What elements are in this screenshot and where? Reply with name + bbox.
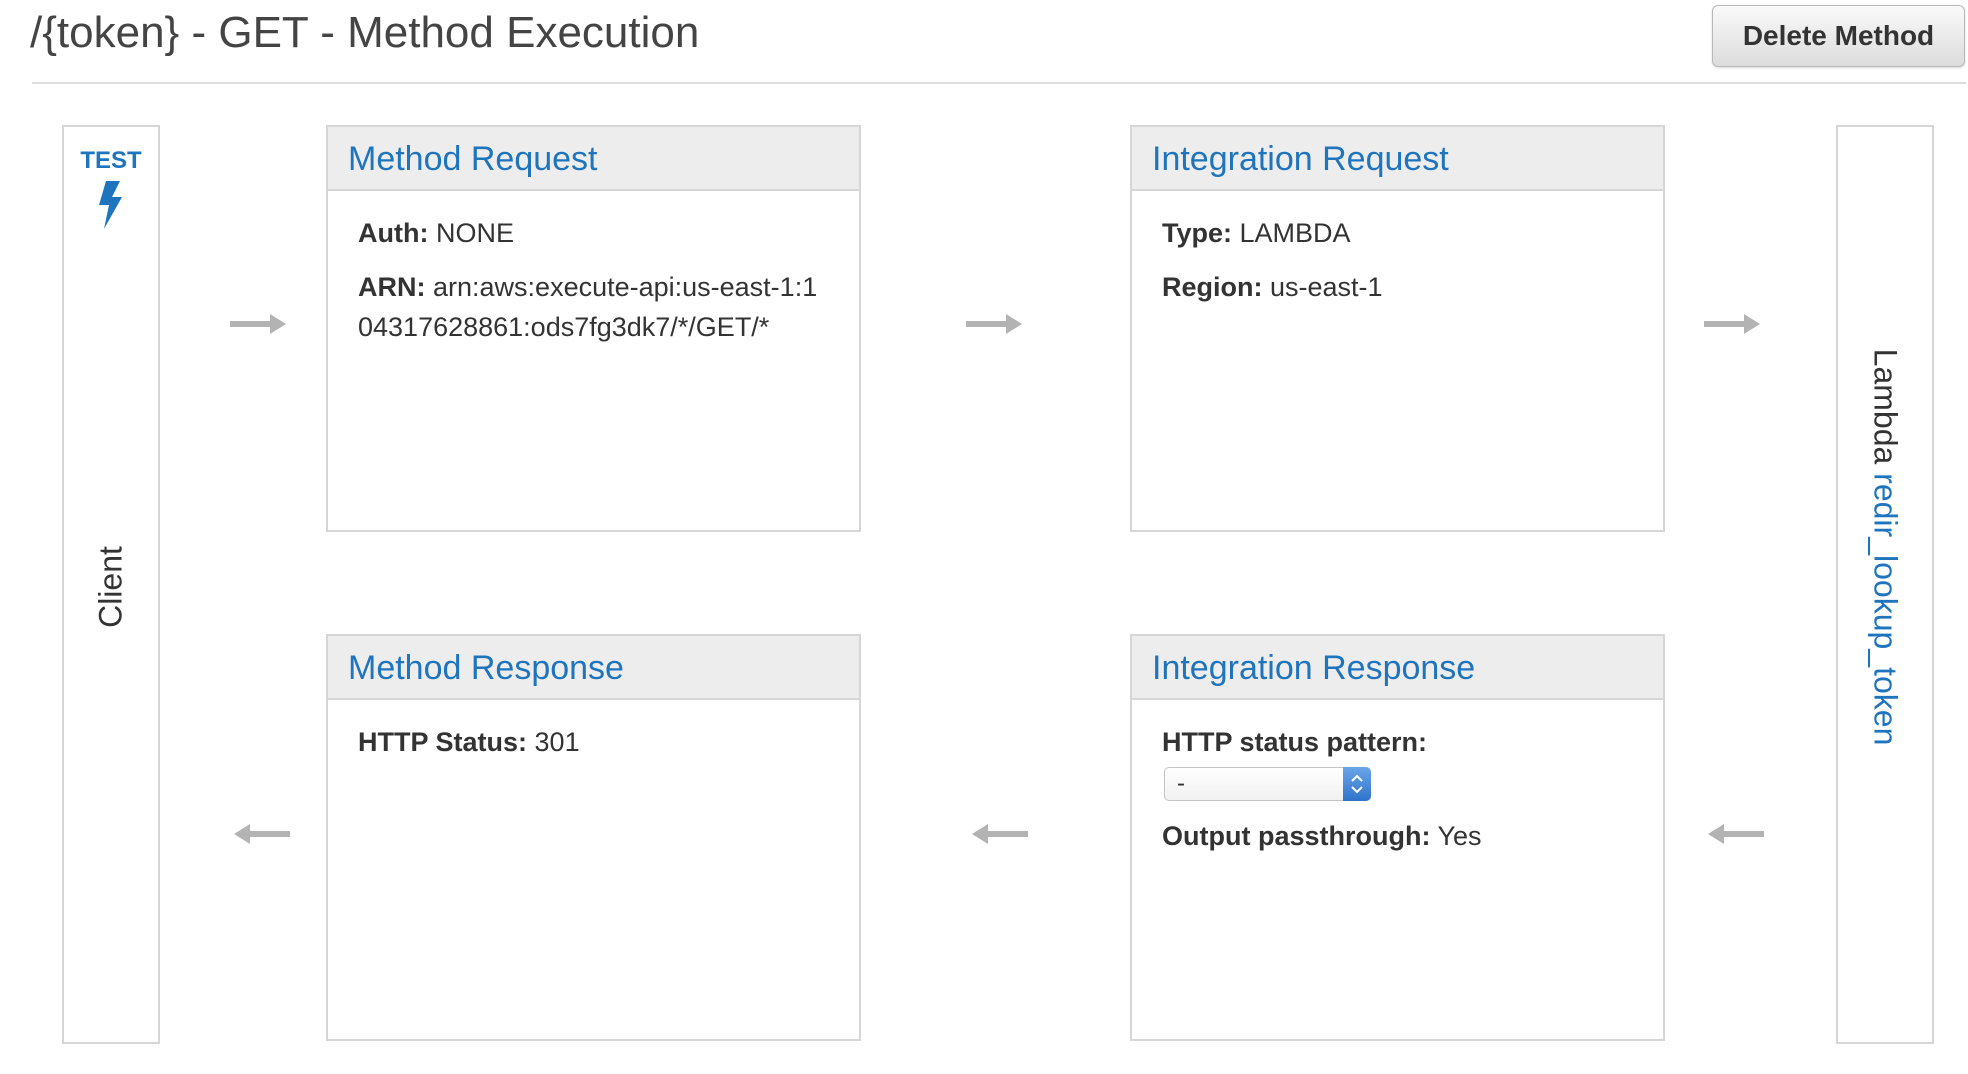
arn-value: arn:aws:execute-api:us-east-1:1043176288… [358,272,818,342]
passthrough-label: Output passthrough: [1162,821,1431,851]
select-stepper-icon [1343,766,1371,801]
client-label: Client [92,546,129,628]
status-pattern-label: HTTP status pattern: [1162,727,1428,757]
auth-value: NONE [435,218,514,248]
region-value: us-east-1 [1270,272,1383,302]
passthrough-row: Output passthrough: Yes [1162,816,1633,856]
type-value: LAMBDA [1239,218,1351,248]
http-status-label: HTTP Status: [358,727,528,757]
title-divider [32,82,1966,84]
test-label: TEST [80,147,142,174]
auth-row: Auth: NONE [358,213,829,253]
method-request-title[interactable]: Method Request [328,127,859,191]
status-pattern-value: - [1177,769,1185,797]
arrow-right-icon [230,314,286,334]
region-row: Region: us-east-1 [1162,267,1633,307]
arrow-left-icon [972,824,1028,844]
lambda-prefix: Lambda [1867,348,1904,465]
status-pattern-select[interactable]: - [1164,766,1371,801]
arrow-right-icon [1704,314,1760,334]
passthrough-value: Yes [1437,821,1482,851]
integration-response-body: HTTP status pattern: - Output passthroug… [1132,700,1663,856]
arrow-left-icon [1708,824,1764,844]
method-response-panel: Method Response HTTP Status: 301 [326,634,861,1041]
integration-response-panel: Integration Response HTTP status pattern… [1130,634,1665,1041]
type-label: Type: [1162,218,1233,248]
arn-label: ARN: [358,272,426,302]
arrow-left-icon [234,824,290,844]
lambda-column: Lambda redir_lookup_token [1836,125,1934,1044]
client-column: TEST Client [62,125,160,1044]
method-response-title[interactable]: Method Response [328,636,859,700]
type-row: Type: LAMBDA [1162,213,1633,253]
lambda-function-link[interactable]: redir_lookup_token [1868,473,1904,745]
auth-label: Auth: [358,218,429,248]
region-label: Region: [1162,272,1263,302]
delete-method-button[interactable]: Delete Method [1712,5,1965,67]
status-pattern-row: HTTP status pattern: - [1162,722,1633,802]
arn-row: ARN: arn:aws:execute-api:us-east-1:10431… [358,267,829,347]
integration-request-body: Type: LAMBDA Region: us-east-1 [1132,191,1663,307]
integration-request-panel: Integration Request Type: LAMBDA Region:… [1130,125,1665,532]
test-link[interactable]: TEST [64,147,158,229]
arrow-right-icon [966,314,1022,334]
http-status-value: 301 [534,727,580,757]
lambda-label: Lambda redir_lookup_token [1867,349,1904,746]
lightning-bolt-icon [99,181,122,229]
method-response-body: HTTP Status: 301 [328,700,859,762]
method-request-panel: Method Request Auth: NONE ARN: arn:aws:e… [326,125,861,532]
integration-request-title[interactable]: Integration Request [1132,127,1663,191]
integration-response-title[interactable]: Integration Response [1132,636,1663,700]
method-request-body: Auth: NONE ARN: arn:aws:execute-api:us-e… [328,191,859,347]
http-status-row: HTTP Status: 301 [358,722,829,762]
page-title: /{token} - GET - Method Execution [30,8,700,57]
